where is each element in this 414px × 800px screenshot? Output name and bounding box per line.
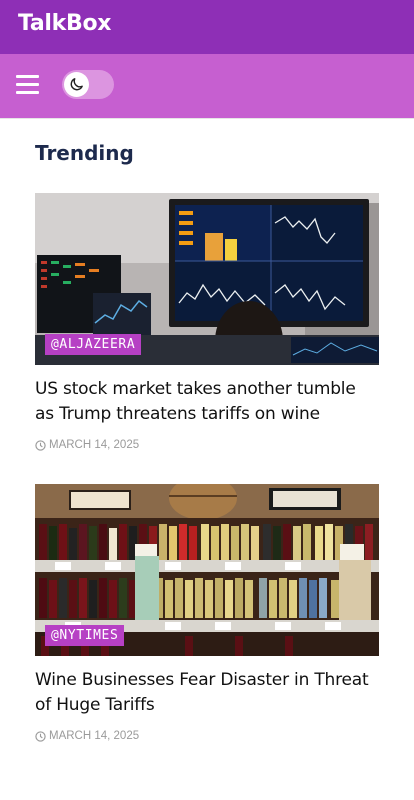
divider (0, 118, 414, 119)
toolbar (0, 54, 414, 118)
toggle-knob (64, 72, 89, 97)
article-image: @NYTIMES (35, 484, 379, 656)
article-image: @ALJAZEERA (35, 193, 379, 365)
article-headline[interactable]: US stock market takes another tumble as … (35, 377, 379, 427)
hamburger-menu-icon (16, 75, 39, 78)
menu-button[interactable] (16, 73, 40, 97)
app-title: TalkBox (18, 11, 112, 36)
source-badge: @ALJAZEERA (45, 334, 142, 355)
source-badge: @NYTIMES (45, 625, 125, 646)
article-card[interactable]: @ALJAZEERA US stock market takes another… (35, 193, 379, 463)
app-bar: TalkBox (0, 0, 414, 54)
article-card[interactable]: @NYTIMES Wine Businesses Fear Disaster i… (35, 484, 379, 754)
dark-mode-toggle[interactable] (62, 70, 114, 99)
article-date: MARCH 14, 2025 (35, 730, 139, 742)
clock-icon (35, 730, 46, 742)
section-title: Trending (35, 141, 134, 165)
moon-icon (70, 78, 83, 91)
article-date: MARCH 14, 2025 (35, 439, 139, 451)
clock-icon (35, 439, 46, 451)
article-headline[interactable]: Wine Businesses Fear Disaster in Threat … (35, 668, 379, 718)
